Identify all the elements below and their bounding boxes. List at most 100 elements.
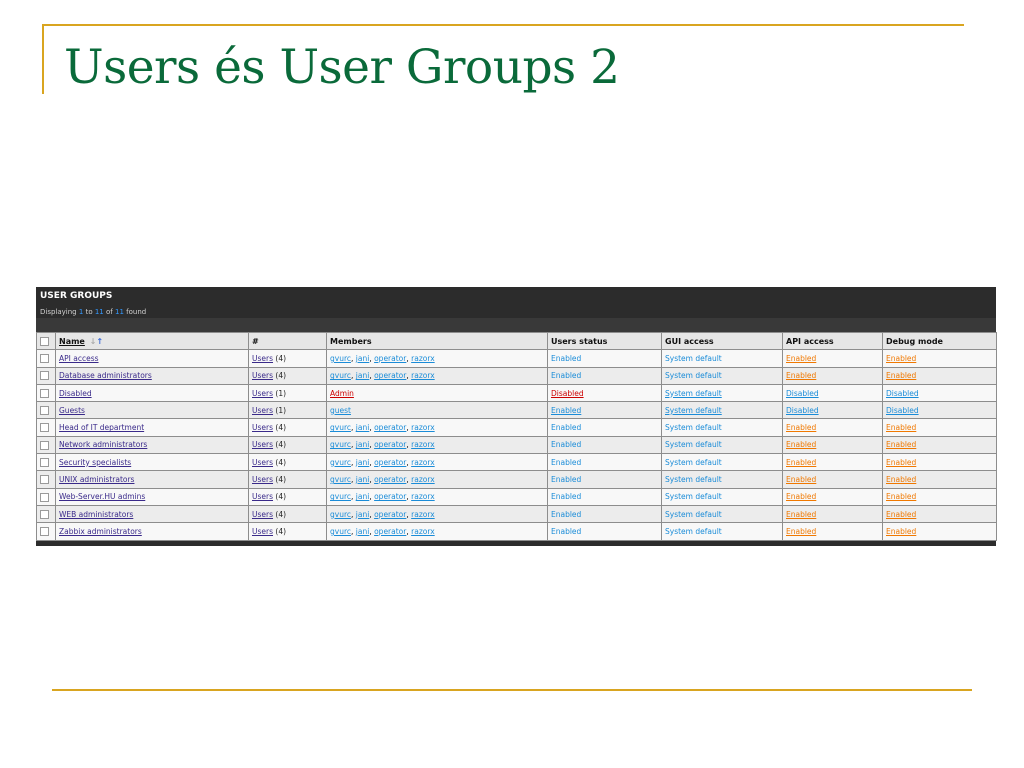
member-link[interactable]: gvurc xyxy=(330,423,351,432)
member-link[interactable]: razorx xyxy=(411,510,435,519)
row-checkbox[interactable] xyxy=(40,423,49,433)
member-link[interactable]: razorx xyxy=(411,475,435,484)
users-link[interactable]: Users xyxy=(252,406,273,415)
debug-mode-toggle[interactable]: Disabled xyxy=(886,406,919,415)
debug-mode-toggle[interactable]: Enabled xyxy=(886,423,916,432)
gui-access-toggle[interactable]: System default xyxy=(665,406,722,415)
users-status-toggle[interactable]: Enabled xyxy=(551,354,581,363)
gui-access-toggle[interactable]: System default xyxy=(665,510,722,519)
member-link[interactable]: razorx xyxy=(411,354,435,363)
gui-access-toggle[interactable]: System default xyxy=(665,492,722,501)
group-name-link[interactable]: Head of IT department xyxy=(59,423,144,432)
member-link[interactable]: razorx xyxy=(411,423,435,432)
sort-by-name-link[interactable]: Name xyxy=(59,337,85,346)
debug-mode-toggle[interactable]: Enabled xyxy=(886,440,916,449)
member-link[interactable]: operator xyxy=(374,371,406,380)
member-link[interactable]: razorx xyxy=(411,458,435,467)
row-checkbox[interactable] xyxy=(40,354,49,364)
member-link[interactable]: gvurc xyxy=(330,475,351,484)
member-link[interactable]: razorx xyxy=(411,440,435,449)
debug-mode-toggle[interactable]: Enabled xyxy=(886,354,916,363)
member-link[interactable]: jani xyxy=(356,475,370,484)
api-access-toggle[interactable]: Enabled xyxy=(786,527,816,536)
users-status-toggle[interactable]: Enabled xyxy=(551,492,581,501)
users-link[interactable]: Users xyxy=(252,492,273,501)
member-link[interactable]: razorx xyxy=(411,492,435,501)
api-access-toggle[interactable]: Enabled xyxy=(786,492,816,501)
api-access-toggle[interactable]: Enabled xyxy=(786,354,816,363)
api-access-toggle[interactable]: Enabled xyxy=(786,423,816,432)
member-link[interactable]: jani xyxy=(356,458,370,467)
row-select-cell[interactable] xyxy=(36,470,56,489)
group-name-link[interactable]: Disabled xyxy=(59,389,92,398)
member-link[interactable]: gvurc xyxy=(330,354,351,363)
users-status-toggle[interactable]: Enabled xyxy=(551,371,581,380)
debug-mode-toggle[interactable]: Enabled xyxy=(886,510,916,519)
group-name-link[interactable]: Guests xyxy=(59,406,85,415)
gui-access-toggle[interactable]: System default xyxy=(665,371,722,380)
row-checkbox[interactable] xyxy=(40,388,49,398)
member-link[interactable]: gvurc xyxy=(330,527,351,536)
row-checkbox[interactable] xyxy=(40,371,49,381)
group-name-link[interactable]: Web-Server.HU admins xyxy=(59,492,145,501)
row-checkbox[interactable] xyxy=(40,440,49,450)
member-link[interactable]: operator xyxy=(374,527,406,536)
row-select-cell[interactable] xyxy=(36,487,56,506)
debug-mode-toggle[interactable]: Enabled xyxy=(886,475,916,484)
users-status-toggle[interactable]: Disabled xyxy=(551,389,584,398)
users-link[interactable]: Users xyxy=(252,475,273,484)
api-access-toggle[interactable]: Disabled xyxy=(786,406,819,415)
row-select-cell[interactable] xyxy=(36,366,56,385)
select-all-cell[interactable] xyxy=(36,331,56,351)
member-link[interactable]: operator xyxy=(374,475,406,484)
member-link[interactable]: jani xyxy=(356,354,370,363)
debug-mode-toggle[interactable]: Enabled xyxy=(886,527,916,536)
gui-access-toggle[interactable]: System default xyxy=(665,458,722,467)
users-status-toggle[interactable]: Enabled xyxy=(551,510,581,519)
row-select-cell[interactable] xyxy=(36,401,56,420)
group-name-link[interactable]: Network administrators xyxy=(59,440,147,449)
row-select-cell[interactable] xyxy=(36,418,56,437)
row-select-cell[interactable] xyxy=(36,453,56,472)
row-select-cell[interactable] xyxy=(36,435,56,455)
gui-access-toggle[interactable]: System default xyxy=(665,354,722,363)
member-link[interactable]: operator xyxy=(374,423,406,432)
debug-mode-toggle[interactable]: Enabled xyxy=(886,458,916,467)
row-checkbox[interactable] xyxy=(40,527,49,537)
member-link[interactable]: operator xyxy=(374,354,406,363)
member-link[interactable]: gvurc xyxy=(330,458,351,467)
member-link[interactable]: jani xyxy=(356,492,370,501)
api-access-toggle[interactable]: Enabled xyxy=(786,458,816,467)
gui-access-toggle[interactable]: System default xyxy=(665,389,722,398)
api-access-toggle[interactable]: Disabled xyxy=(786,389,819,398)
users-link[interactable]: Users xyxy=(252,458,273,467)
row-select-cell[interactable] xyxy=(36,504,56,524)
users-link[interactable]: Users xyxy=(252,510,273,519)
member-link[interactable]: razorx xyxy=(411,527,435,536)
users-status-toggle[interactable]: Enabled xyxy=(551,475,581,484)
group-name-link[interactable]: Database administrators xyxy=(59,371,152,380)
member-link[interactable]: razorx xyxy=(411,371,435,380)
gui-access-toggle[interactable]: System default xyxy=(665,527,722,536)
gui-access-toggle[interactable]: System default xyxy=(665,475,722,484)
member-link[interactable]: gvurc xyxy=(330,371,351,380)
api-access-toggle[interactable]: Enabled xyxy=(786,440,816,449)
row-checkbox[interactable] xyxy=(40,457,49,467)
group-name-link[interactable]: UNIX administrators xyxy=(59,475,134,484)
member-link[interactable]: jani xyxy=(356,371,370,380)
member-link[interactable]: jani xyxy=(356,423,370,432)
gui-access-toggle[interactable]: System default xyxy=(665,423,722,432)
users-link[interactable]: Users xyxy=(252,527,273,536)
row-checkbox[interactable] xyxy=(40,492,49,502)
debug-mode-toggle[interactable]: Enabled xyxy=(886,371,916,380)
users-link[interactable]: Users xyxy=(252,440,273,449)
member-link[interactable]: operator xyxy=(374,492,406,501)
gui-access-toggle[interactable]: System default xyxy=(665,440,722,449)
users-status-toggle[interactable]: Enabled xyxy=(551,406,581,415)
member-link[interactable]: gvurc xyxy=(330,510,351,519)
api-access-toggle[interactable]: Enabled xyxy=(786,475,816,484)
group-name-link[interactable]: Security specialists xyxy=(59,458,131,467)
row-checkbox[interactable] xyxy=(40,509,49,519)
member-link[interactable]: Admin xyxy=(330,389,354,398)
users-status-toggle[interactable]: Enabled xyxy=(551,527,581,536)
